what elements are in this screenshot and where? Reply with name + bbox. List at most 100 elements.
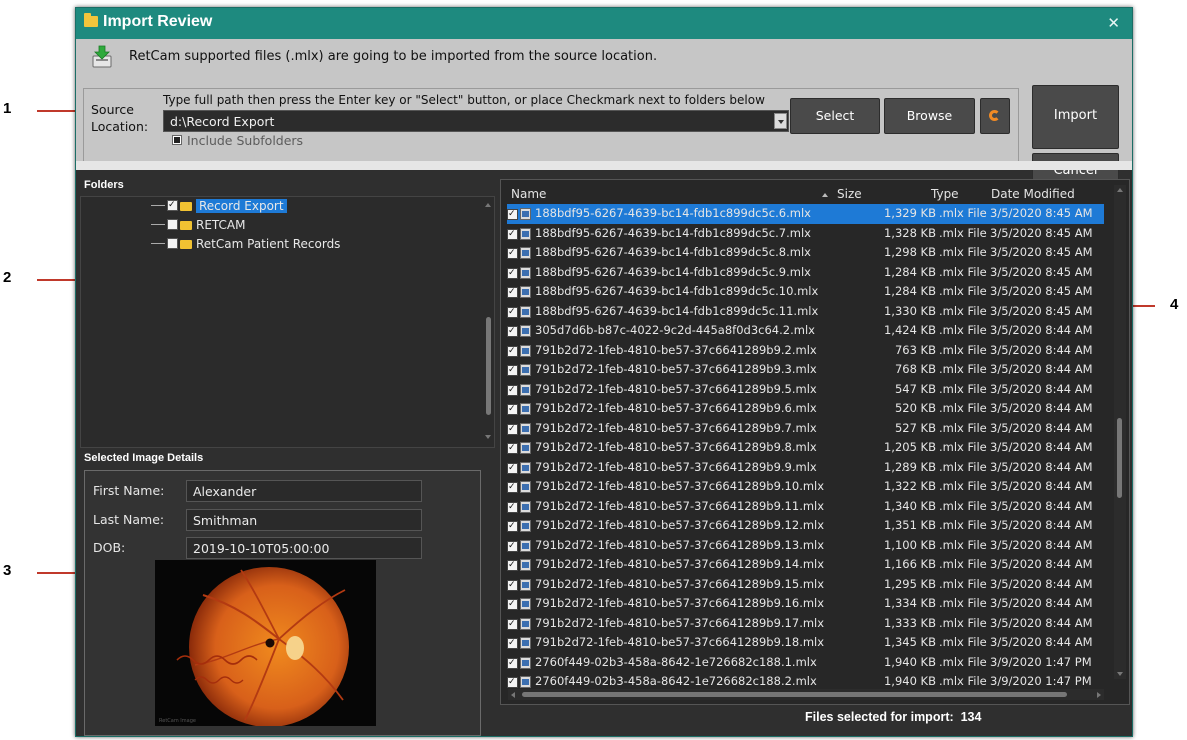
folder-checkbox[interactable] bbox=[167, 238, 178, 249]
select-button[interactable]: Select bbox=[790, 98, 880, 134]
file-row[interactable]: 791b2d72-1feb-4810-be57-37c6641289b9.12.… bbox=[507, 516, 1104, 536]
file-row[interactable]: 791b2d72-1feb-4810-be57-37c6641289b9.6.m… bbox=[507, 399, 1104, 419]
file-checkbox[interactable] bbox=[507, 576, 518, 595]
file-list-vscroll-thumb[interactable] bbox=[1117, 418, 1122, 498]
column-header-size[interactable]: Size bbox=[837, 187, 862, 201]
mlx-file-icon bbox=[520, 676, 531, 688]
file-checkbox[interactable] bbox=[507, 556, 518, 575]
column-header-name[interactable]: Name bbox=[511, 187, 546, 201]
file-row[interactable]: 188bdf95-6267-4639-bc14-fdb1c899dc5c.9.m… bbox=[507, 263, 1104, 283]
file-checkbox[interactable] bbox=[507, 225, 518, 244]
file-row[interactable]: 791b2d72-1feb-4810-be57-37c6641289b9.7.m… bbox=[507, 419, 1104, 439]
selected-image-details: First Name: Alexander Last Name: Smithma… bbox=[84, 470, 481, 736]
file-list[interactable]: Name Size Type Date Modified 188bdf95-62… bbox=[500, 179, 1130, 705]
include-subfolders-check[interactable] bbox=[172, 135, 182, 145]
file-checkbox[interactable] bbox=[507, 381, 518, 400]
file-checkbox[interactable] bbox=[507, 420, 518, 439]
include-subfolders-checkbox[interactable]: Include Subfolders bbox=[172, 133, 303, 148]
file-checkbox[interactable] bbox=[507, 244, 518, 263]
file-row[interactable]: 2760f449-02b3-458a-8642-1e726682c188.1.m… bbox=[507, 653, 1104, 673]
source-panel: RetCam supported files (.mlx) are going … bbox=[76, 39, 1132, 188]
file-checkbox[interactable] bbox=[507, 498, 518, 517]
file-list-horizontal-scrollbar[interactable] bbox=[508, 689, 1104, 700]
file-checkbox[interactable] bbox=[507, 537, 518, 556]
file-checkbox[interactable] bbox=[507, 205, 518, 224]
callout-4: 4 bbox=[1170, 296, 1179, 313]
file-size: 1,330 KB bbox=[883, 303, 936, 318]
file-row[interactable]: 791b2d72-1feb-4810-be57-37c6641289b9.5.m… bbox=[507, 380, 1104, 400]
source-path-input[interactable]: d:\Record Export bbox=[163, 110, 789, 132]
scroll-left-icon[interactable] bbox=[511, 692, 515, 698]
file-row[interactable]: 791b2d72-1feb-4810-be57-37c6641289b9.11.… bbox=[507, 497, 1104, 517]
file-row[interactable]: 188bdf95-6267-4639-bc14-fdb1c899dc5c.10.… bbox=[507, 282, 1104, 302]
path-dropdown-button[interactable] bbox=[774, 113, 787, 129]
file-row[interactable]: 188bdf95-6267-4639-bc14-fdb1c899dc5c.11.… bbox=[507, 302, 1104, 322]
import-button[interactable]: Import bbox=[1032, 85, 1119, 149]
file-checkbox[interactable] bbox=[507, 517, 518, 536]
file-row[interactable]: 791b2d72-1feb-4810-be57-37c6641289b9.2.m… bbox=[507, 341, 1104, 361]
title-bar[interactable]: Import Review ✕ bbox=[76, 8, 1132, 39]
tree-item-retcam-patient-records[interactable]: RetCam Patient Records bbox=[151, 235, 340, 253]
file-row[interactable]: 791b2d72-1feb-4810-be57-37c6641289b9.17.… bbox=[507, 614, 1104, 634]
file-row[interactable]: 188bdf95-6267-4639-bc14-fdb1c899dc5c.8.m… bbox=[507, 243, 1104, 263]
scroll-down-icon[interactable] bbox=[485, 435, 491, 439]
file-list-hscroll-thumb[interactable] bbox=[522, 692, 1067, 697]
file-checkbox[interactable] bbox=[507, 615, 518, 634]
file-row[interactable]: 791b2d72-1feb-4810-be57-37c6641289b9.9.m… bbox=[507, 458, 1104, 478]
file-size: 527 KB bbox=[894, 420, 936, 435]
scroll-down-icon[interactable] bbox=[1117, 672, 1123, 676]
column-header-type[interactable]: Type bbox=[931, 187, 959, 201]
file-row[interactable]: 791b2d72-1feb-4810-be57-37c6641289b9.16.… bbox=[507, 594, 1104, 614]
file-row[interactable]: 791b2d72-1feb-4810-be57-37c6641289b9.14.… bbox=[507, 555, 1104, 575]
file-row[interactable]: 791b2d72-1feb-4810-be57-37c6641289b9.13.… bbox=[507, 536, 1104, 556]
file-row[interactable]: 791b2d72-1feb-4810-be57-37c6641289b9.18.… bbox=[507, 633, 1104, 653]
file-checkbox[interactable] bbox=[507, 322, 518, 341]
scroll-up-icon[interactable] bbox=[485, 203, 491, 207]
mlx-file-icon bbox=[520, 598, 531, 610]
file-checkbox[interactable] bbox=[507, 264, 518, 283]
file-type: .mlx File bbox=[939, 323, 987, 337]
file-row[interactable]: 188bdf95-6267-4639-bc14-fdb1c899dc5c.7.m… bbox=[507, 224, 1104, 244]
browse-button[interactable]: Browse bbox=[884, 98, 975, 134]
refresh-button[interactable] bbox=[980, 98, 1010, 134]
folder-tree[interactable]: Record Export RETCAM RetCam Patient Reco… bbox=[80, 196, 495, 448]
mlx-file-icon bbox=[520, 208, 531, 220]
close-button[interactable]: ✕ bbox=[1107, 14, 1120, 32]
file-checkbox[interactable] bbox=[507, 634, 518, 653]
file-checkbox[interactable] bbox=[507, 654, 518, 673]
file-checkbox[interactable] bbox=[507, 595, 518, 614]
file-type: .mlx File bbox=[939, 420, 987, 435]
file-checkbox[interactable] bbox=[507, 400, 518, 419]
scroll-up-icon[interactable] bbox=[1117, 188, 1123, 192]
mlx-file-icon bbox=[520, 247, 531, 259]
file-checkbox[interactable] bbox=[507, 673, 518, 692]
file-row[interactable]: 791b2d72-1feb-4810-be57-37c6641289b9.10.… bbox=[507, 477, 1104, 497]
mlx-file-icon bbox=[520, 500, 531, 513]
file-checkbox[interactable] bbox=[507, 478, 518, 497]
file-row[interactable]: 305d7d6b-b87c-4022-9c2d-445a8f0d3c64.2.m… bbox=[507, 321, 1104, 341]
file-row[interactable]: 791b2d72-1feb-4810-be57-37c6641289b9.8.m… bbox=[507, 438, 1104, 458]
file-list-vertical-scrollbar[interactable] bbox=[1114, 185, 1126, 679]
folder-icon bbox=[180, 202, 192, 211]
tree-item-record-export[interactable]: Record Export bbox=[151, 196, 287, 215]
file-checkbox[interactable] bbox=[507, 342, 518, 361]
file-row[interactable]: 188bdf95-6267-4639-bc14-fdb1c899dc5c.6.m… bbox=[507, 204, 1104, 224]
folder-tree-scrollbar[interactable] bbox=[484, 199, 493, 443]
scroll-right-icon[interactable] bbox=[1097, 692, 1101, 698]
column-header-date-modified[interactable]: Date Modified bbox=[991, 187, 1075, 201]
file-checkbox[interactable] bbox=[507, 459, 518, 478]
file-checkbox[interactable] bbox=[507, 361, 518, 380]
file-checkbox[interactable] bbox=[507, 439, 518, 458]
file-row[interactable]: 791b2d72-1feb-4810-be57-37c6641289b9.3.m… bbox=[507, 360, 1104, 380]
last-name-field: Smithman bbox=[186, 509, 422, 531]
file-date-modified: 3/5/2020 8:44 AM bbox=[990, 576, 1093, 591]
file-size: 520 KB bbox=[894, 401, 936, 415]
file-row[interactable]: 791b2d72-1feb-4810-be57-37c6641289b9.15.… bbox=[507, 575, 1104, 595]
folder-checkbox[interactable] bbox=[167, 196, 178, 214]
file-checkbox[interactable] bbox=[507, 283, 518, 302]
file-date-modified: 3/5/2020 8:45 AM bbox=[990, 264, 1093, 279]
file-checkbox[interactable] bbox=[507, 303, 518, 322]
tree-item-retcam[interactable]: RETCAM bbox=[151, 216, 246, 234]
folder-tree-scroll-thumb[interactable] bbox=[486, 317, 491, 415]
folder-checkbox[interactable] bbox=[167, 219, 178, 230]
